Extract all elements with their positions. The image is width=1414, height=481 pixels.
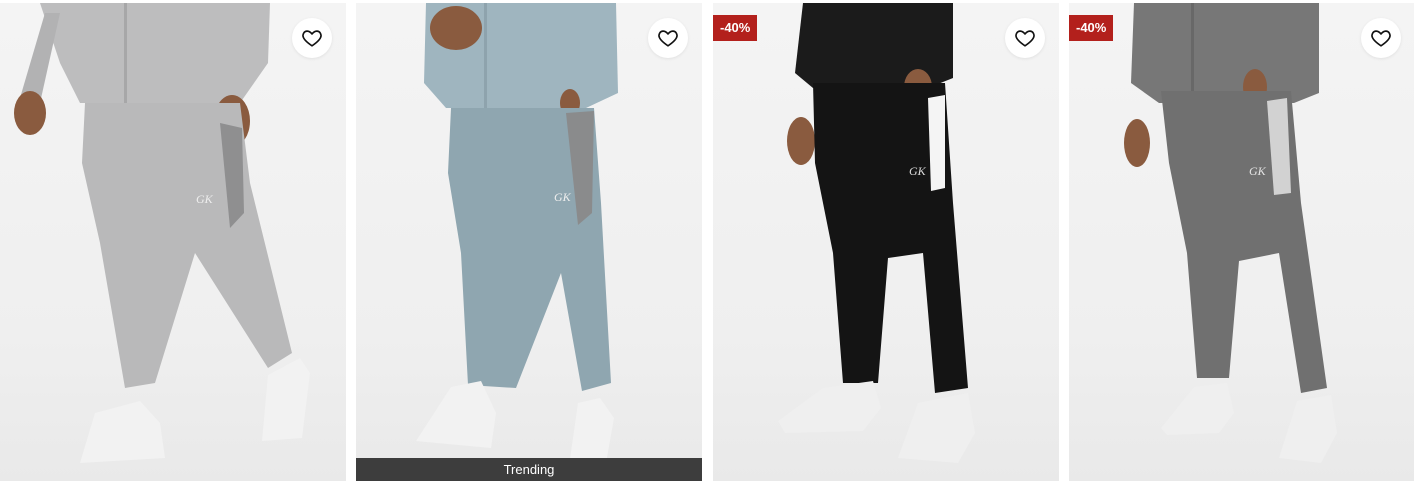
product-card[interactable]: GK <box>0 3 346 481</box>
wishlist-button[interactable] <box>1005 18 1045 58</box>
svg-text:GK: GK <box>196 192 214 206</box>
svg-text:GK: GK <box>554 190 572 204</box>
product-card[interactable]: GK -40% <box>1069 3 1414 481</box>
wishlist-button[interactable] <box>1361 18 1401 58</box>
wishlist-button[interactable] <box>648 18 688 58</box>
product-image[interactable]: GK <box>0 3 346 481</box>
heart-outline-icon <box>658 30 678 47</box>
discount-badge: -40% <box>1069 15 1114 41</box>
product-card[interactable]: GK Trending <box>356 3 702 481</box>
product-image[interactable]: GK <box>1069 3 1414 481</box>
svg-text:GK: GK <box>1249 164 1267 178</box>
heart-outline-icon <box>1015 30 1035 47</box>
heart-outline-icon <box>302 30 322 47</box>
svg-text:GK: GK <box>909 164 927 178</box>
heart-outline-icon <box>1371 30 1391 47</box>
product-grid: GK GK Trending GK -40% GK -40% <box>0 0 1414 481</box>
product-card[interactable]: GK -40% <box>713 3 1059 481</box>
product-image[interactable]: GK <box>713 3 1059 481</box>
product-image[interactable]: GK <box>356 3 702 481</box>
wishlist-button[interactable] <box>292 18 332 58</box>
trending-tag: Trending <box>356 458 702 481</box>
discount-badge: -40% <box>713 15 758 41</box>
